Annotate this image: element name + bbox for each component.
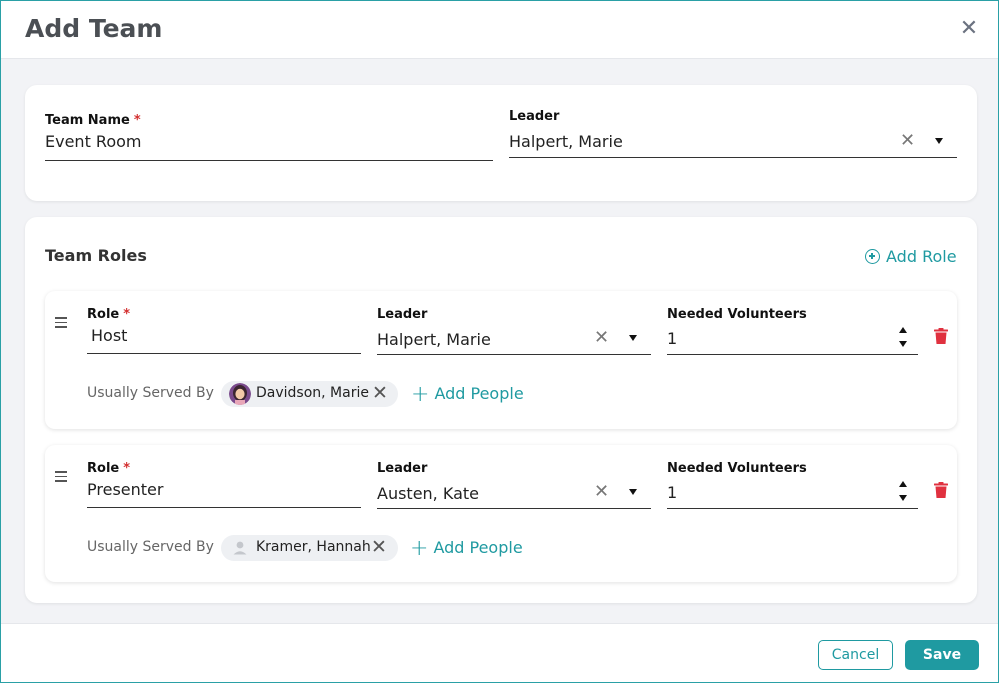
needed-volunteers-label: Needed Volunteers bbox=[667, 461, 807, 476]
plus-circle-icon bbox=[865, 249, 880, 264]
close-icon[interactable]: ✕ bbox=[959, 17, 979, 41]
role-name-input[interactable]: Presenter bbox=[87, 480, 163, 499]
role-leader-label: Leader bbox=[377, 461, 428, 476]
drag-handle-icon[interactable] bbox=[55, 317, 67, 331]
add-people-button[interactable]: + Add People bbox=[410, 536, 523, 561]
dialog-title: Add Team bbox=[25, 14, 163, 43]
increment-icon[interactable] bbox=[899, 481, 907, 487]
clear-leader-icon[interactable]: ✕ bbox=[900, 132, 915, 150]
needed-volunteers-label: Needed Volunteers bbox=[667, 307, 807, 322]
needed-volunteers-underline bbox=[667, 354, 918, 355]
clear-role-leader-icon[interactable]: ✕ bbox=[594, 329, 609, 347]
dialog-header: Add Team ✕ bbox=[1, 1, 998, 59]
save-button[interactable]: Save bbox=[905, 640, 979, 670]
plus-icon: + bbox=[410, 536, 429, 561]
add-people-button[interactable]: + Add People bbox=[411, 382, 524, 407]
person-chip: Davidson, Marie ✕ bbox=[221, 381, 398, 407]
team-leader-underline bbox=[509, 157, 957, 158]
usually-served-by-label: Usually Served By bbox=[87, 539, 214, 555]
team-name-label: Team Name * bbox=[45, 113, 141, 128]
add-team-dialog: Add Team ✕ Team Name * Event Room Leader … bbox=[0, 0, 999, 683]
plus-icon: + bbox=[411, 382, 430, 407]
role-card: Role * Host Leader Halpert, Marie ✕ Neede… bbox=[45, 291, 957, 429]
team-name-input[interactable]: Event Room bbox=[45, 132, 141, 151]
role-name-underline bbox=[87, 507, 361, 508]
chevron-down-icon[interactable] bbox=[629, 489, 637, 495]
default-avatar-icon bbox=[229, 537, 251, 559]
remove-person-icon[interactable]: ✕ bbox=[372, 383, 388, 403]
person-name: Davidson, Marie bbox=[256, 385, 369, 401]
role-leader-select[interactable]: Halpert, Marie bbox=[377, 330, 491, 349]
add-role-button[interactable]: Add Role bbox=[865, 247, 957, 266]
team-name-underline bbox=[45, 160, 493, 161]
role-name-input[interactable]: Host bbox=[91, 326, 127, 345]
team-info-card: Team Name * Event Room Leader Halpert, Ma… bbox=[25, 85, 977, 201]
role-label: Role * bbox=[87, 307, 131, 322]
chevron-down-icon[interactable] bbox=[935, 138, 943, 144]
remove-person-icon[interactable]: ✕ bbox=[371, 537, 387, 557]
avatar bbox=[229, 383, 251, 405]
needed-volunteers-input[interactable]: 1 bbox=[667, 483, 677, 502]
person-name: Kramer, Hannah bbox=[256, 539, 371, 555]
role-name-underline bbox=[87, 353, 361, 354]
role-leader-underline bbox=[377, 508, 651, 509]
role-leader-select[interactable]: Austen, Kate bbox=[377, 484, 479, 503]
trash-icon[interactable] bbox=[934, 482, 948, 498]
role-leader-underline bbox=[377, 354, 651, 355]
needed-volunteers-input[interactable]: 1 bbox=[667, 329, 677, 348]
person-chip: Kramer, Hannah ✕ bbox=[221, 535, 398, 561]
clear-role-leader-icon[interactable]: ✕ bbox=[594, 483, 609, 501]
role-leader-label: Leader bbox=[377, 307, 428, 322]
needed-volunteers-underline bbox=[667, 508, 918, 509]
usually-served-by-label: Usually Served By bbox=[87, 385, 214, 401]
role-label: Role * bbox=[87, 461, 131, 476]
team-roles-card: Team Roles Add Role Role * Host Leader Ha… bbox=[25, 217, 977, 603]
team-roles-title: Team Roles bbox=[45, 246, 147, 265]
role-card: Role * Presenter Leader Austen, Kate ✕ Ne… bbox=[45, 445, 957, 582]
team-leader-label: Leader bbox=[509, 109, 560, 124]
cancel-button[interactable]: Cancel bbox=[818, 640, 893, 670]
team-leader-select[interactable]: Halpert, Marie bbox=[509, 132, 623, 151]
drag-handle-icon[interactable] bbox=[55, 471, 67, 485]
decrement-icon[interactable] bbox=[899, 341, 907, 347]
increment-icon[interactable] bbox=[899, 327, 907, 333]
dialog-footer: Cancel Save bbox=[1, 623, 998, 682]
trash-icon[interactable] bbox=[934, 328, 948, 344]
chevron-down-icon[interactable] bbox=[629, 335, 637, 341]
decrement-icon[interactable] bbox=[899, 495, 907, 501]
